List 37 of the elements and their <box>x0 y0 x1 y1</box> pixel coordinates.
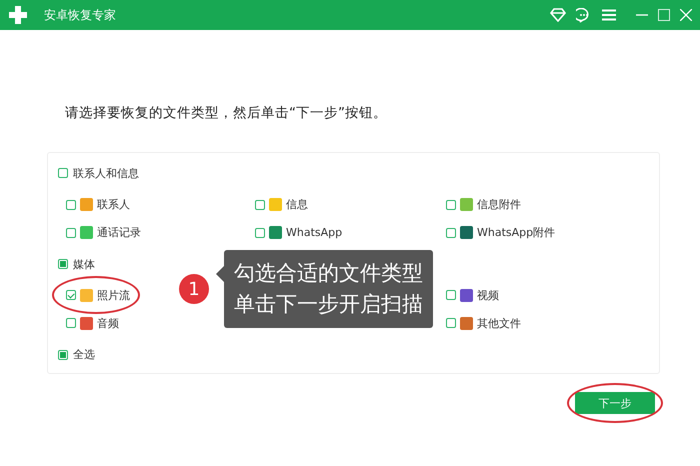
checkbox[interactable] <box>255 228 265 238</box>
file-type-label: 音频 <box>97 316 119 331</box>
group-label: 联系人和信息 <box>73 166 139 181</box>
menu-icon[interactable] <box>602 9 616 21</box>
close-icon[interactable] <box>680 9 692 21</box>
file-type-label: 照片流 <box>97 288 130 303</box>
file-type-label: 视频 <box>477 288 499 303</box>
file-type-label: 其他文件 <box>477 316 521 331</box>
maximize-icon[interactable] <box>658 9 670 21</box>
checkbox[interactable] <box>446 318 456 328</box>
window-title: 安卓恢复专家 <box>44 6 117 24</box>
next-button[interactable]: 下一步 <box>575 392 655 414</box>
group-label: 全选 <box>73 347 95 362</box>
checkbox[interactable] <box>66 228 76 238</box>
file-type-label: 通话记录 <box>97 225 141 240</box>
checkbox[interactable] <box>58 350 68 360</box>
checkbox[interactable] <box>255 200 265 210</box>
checkbox[interactable] <box>66 290 76 300</box>
group-label: 媒体 <box>73 256 95 272</box>
plus-logo-icon <box>8 5 28 25</box>
checkbox[interactable] <box>66 200 76 210</box>
checkbox[interactable] <box>446 200 456 210</box>
file-type-label: 联系人 <box>97 197 130 212</box>
file-type-label: 信息附件 <box>477 197 521 212</box>
checkbox[interactable] <box>446 290 456 300</box>
checkbox[interactable] <box>58 168 68 178</box>
file-type-label: WhatsApp附件 <box>477 225 556 240</box>
checkbox[interactable] <box>58 259 68 269</box>
file-type-label: 信息 <box>286 197 308 212</box>
step-number-badge: 1 <box>179 274 209 304</box>
callout-text: 单击下一步开启扫描 <box>234 291 423 318</box>
callout-text: 勾选合适的文件类型 <box>234 260 423 287</box>
file-type-label: WhatsApp <box>286 226 342 240</box>
checkbox[interactable] <box>66 318 76 328</box>
diamond-icon[interactable] <box>550 8 566 22</box>
instruction-text: 请选择要恢复的文件类型，然后单击“下一步”按钮。 <box>65 104 388 122</box>
checkbox[interactable] <box>446 228 456 238</box>
